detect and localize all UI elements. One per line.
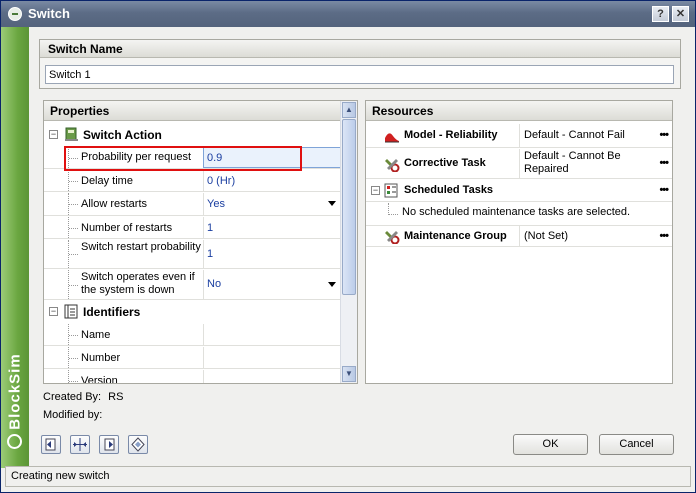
- tree-line: [68, 193, 78, 215]
- properties-panel: Properties − Switch Action Probability p…: [43, 100, 358, 384]
- property-row[interactable]: Switch operates even if the system is do…: [44, 270, 341, 300]
- property-label: Delay time: [81, 175, 133, 187]
- resource-label: Scheduled Tasks: [404, 184, 494, 196]
- resource-row[interactable]: Corrective Task Default - Cannot Be Repa…: [366, 149, 672, 179]
- collapse-icon[interactable]: −: [371, 186, 380, 195]
- number-field[interactable]: [203, 347, 341, 368]
- diagram-settings-button[interactable]: [128, 435, 148, 454]
- tree-line: [68, 324, 78, 345]
- property-row[interactable]: Number: [44, 347, 341, 369]
- resource-row[interactable]: Model - Reliability Default - Cannot Fai…: [366, 124, 672, 148]
- scroll-thumb[interactable]: [342, 119, 356, 295]
- collapse-icon[interactable]: −: [49, 307, 58, 316]
- model-reliability-value[interactable]: Default - Cannot Fail: [519, 124, 654, 147]
- dropdown-arrow-icon[interactable]: [328, 282, 336, 287]
- property-row[interactable]: Version: [44, 370, 341, 384]
- corrective-task-value[interactable]: Default - Cannot Be Repaired: [519, 149, 654, 178]
- panel-splitter[interactable]: [359, 100, 364, 384]
- tree-line: [68, 370, 78, 383]
- created-by: Created By: RS: [43, 391, 123, 403]
- properties-scrollbar[interactable]: ▲ ▼: [340, 101, 357, 383]
- scroll-down-icon[interactable]: ▼: [342, 366, 356, 382]
- more-icon[interactable]: •••: [659, 129, 669, 141]
- tree-line: [68, 217, 78, 238]
- help-button[interactable]: ?: [652, 6, 669, 22]
- resource-label: Model - Reliability: [404, 129, 498, 141]
- property-label: Allow restarts: [81, 198, 148, 210]
- no-tasks-note: No scheduled maintenance tasks are selec…: [402, 206, 631, 218]
- name-field[interactable]: [203, 324, 341, 345]
- operates-when-down-select[interactable]: No: [203, 270, 341, 299]
- property-label: Name: [81, 329, 111, 341]
- property-row[interactable]: Switch restart probability 1: [44, 240, 341, 269]
- property-row[interactable]: Allow restarts Yes: [44, 193, 341, 216]
- resource-row[interactable]: Maintenance Group (Not Set) •••: [366, 225, 672, 247]
- properties-heading: Properties: [44, 101, 341, 121]
- tree-line: [388, 203, 398, 215]
- collapse-icon[interactable]: −: [49, 130, 58, 139]
- title-bar: Switch ? ✕: [1, 1, 695, 27]
- restart-probability-field[interactable]: 1: [203, 240, 341, 268]
- property-label: Switch restart probability: [81, 241, 201, 253]
- scroll-up-icon[interactable]: ▲: [342, 102, 356, 118]
- property-label: Switch operates even if the system is do…: [81, 271, 195, 296]
- property-label: Version: [81, 375, 118, 384]
- property-label: Number of restarts: [81, 222, 173, 234]
- app-icon: [8, 7, 22, 21]
- category-identifiers[interactable]: − Identifiers: [44, 301, 341, 323]
- modified-by-label: Modified by:: [43, 409, 103, 421]
- allow-restarts-select[interactable]: Yes: [203, 193, 341, 215]
- more-icon[interactable]: •••: [659, 230, 669, 242]
- number-of-restarts-field[interactable]: 1: [203, 217, 341, 238]
- resource-label: Corrective Task: [404, 157, 486, 169]
- created-by-label: Created By:: [43, 391, 102, 403]
- scheduled-tasks-icon: [384, 183, 400, 198]
- category-switch-action[interactable]: − Switch Action: [44, 124, 341, 146]
- cancel-button[interactable]: Cancel: [599, 434, 674, 455]
- property-row[interactable]: Number of restarts 1: [44, 217, 341, 239]
- previous-block-button[interactable]: [41, 435, 61, 454]
- brand-sidebar: BlockSim: [1, 27, 29, 468]
- maintenance-group-icon: [384, 229, 400, 245]
- maintenance-group-value[interactable]: (Not Set): [519, 226, 654, 246]
- switch-name-panel: Switch Name: [39, 39, 681, 89]
- switch-name-heading: Switch Name: [40, 40, 680, 58]
- switch-action-icon: [64, 127, 79, 142]
- corrective-task-icon: [384, 157, 400, 173]
- switch-name-input[interactable]: [45, 65, 674, 84]
- category-label: Identifiers: [83, 305, 141, 319]
- resources-panel: Resources Model - Reliability Default - …: [365, 100, 673, 384]
- dropdown-arrow-icon[interactable]: [328, 201, 336, 206]
- modified-by: Modified by:: [43, 409, 102, 421]
- resources-heading: Resources: [366, 101, 672, 121]
- delay-time-field[interactable]: 0 (Hr): [203, 170, 341, 191]
- identifiers-icon: [64, 304, 79, 319]
- brand-icon: [7, 434, 22, 449]
- tree-line: [68, 347, 78, 368]
- next-block-button[interactable]: [99, 435, 119, 454]
- ok-button[interactable]: OK: [513, 434, 588, 455]
- close-button[interactable]: ✕: [672, 6, 689, 22]
- resource-row[interactable]: − Scheduled Tasks •••: [366, 180, 672, 202]
- version-field[interactable]: [203, 370, 341, 383]
- resource-label: Maintenance Group: [404, 230, 507, 242]
- highlight-box: [64, 146, 302, 171]
- tree-line: [68, 240, 78, 268]
- property-label: Number: [81, 352, 121, 364]
- center-block-button[interactable]: [70, 435, 90, 454]
- switch-dialog: Switch ? ✕ BlockSim Switch Name Properti…: [0, 0, 696, 493]
- property-row[interactable]: Delay time 0 (Hr): [44, 170, 341, 192]
- window-title: Switch: [28, 6, 70, 21]
- property-row[interactable]: Name: [44, 324, 341, 346]
- tree-line: [68, 270, 78, 299]
- tree-line: [68, 170, 78, 191]
- more-icon[interactable]: •••: [659, 157, 669, 169]
- category-label: Switch Action: [83, 128, 162, 142]
- created-by-value: RS: [108, 391, 124, 403]
- status-bar: Creating new switch: [5, 466, 691, 487]
- model-reliability-icon: [384, 128, 400, 143]
- more-icon[interactable]: •••: [659, 184, 669, 196]
